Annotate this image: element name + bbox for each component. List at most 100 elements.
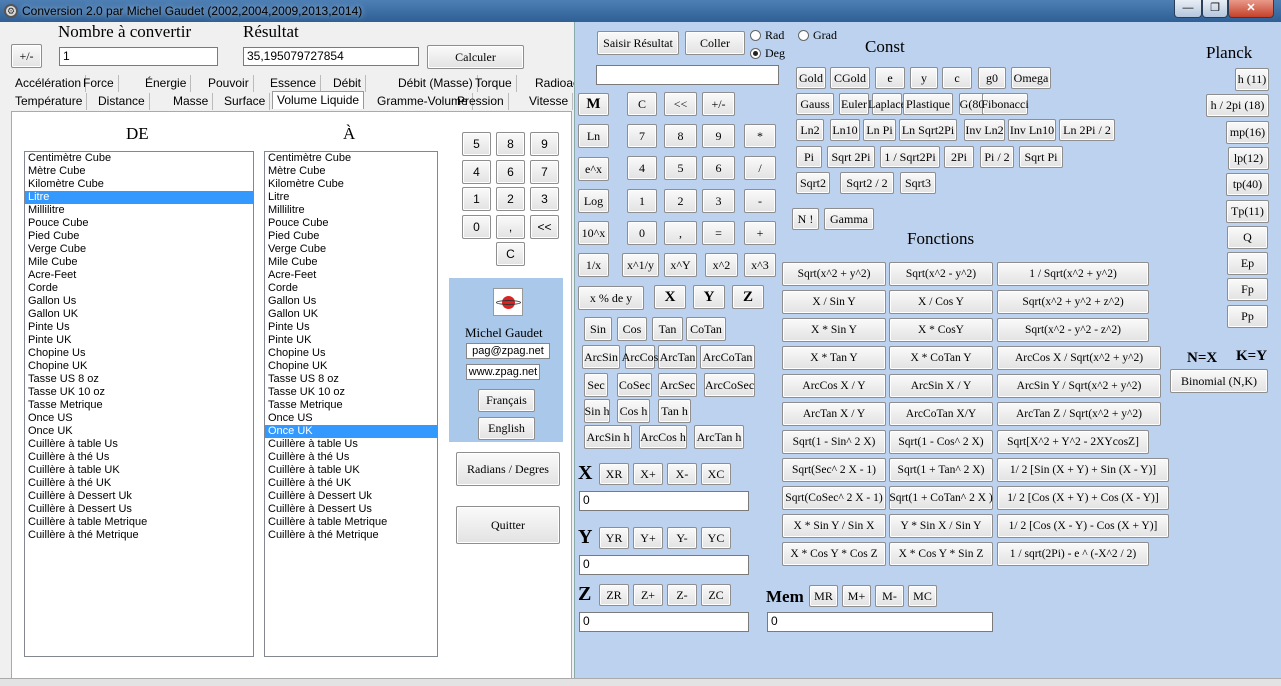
- calc-key-k8[interactable]: 8: [664, 124, 697, 148]
- function-x-cotan-y-button[interactable]: X * CoTan Y: [889, 346, 993, 370]
- function-sqrt-1-tan-2-x-button[interactable]: Sqrt(1 + Tan^ 2 X): [889, 458, 993, 482]
- keypad-key[interactable]: 1: [462, 187, 491, 211]
- list-item[interactable]: Once UK: [25, 425, 253, 438]
- const-y-button[interactable]: y: [910, 67, 938, 89]
- list-item[interactable]: Pied Cube: [25, 230, 253, 243]
- function-x-sin-y-button[interactable]: X / Sin Y: [782, 290, 886, 314]
- list-item[interactable]: Cuillère à thé Us: [265, 451, 437, 464]
- list-item[interactable]: Corde: [25, 282, 253, 295]
- var-xc-button[interactable]: XC: [701, 463, 731, 485]
- const-fibonacci-button[interactable]: Fibonacci: [981, 93, 1029, 115]
- planck-pp-button[interactable]: Pp: [1227, 304, 1268, 328]
- calc-key-pow[interactable]: x^Y: [664, 253, 697, 277]
- var-zr-button[interactable]: ZR: [599, 584, 629, 606]
- list-item[interactable]: Pinte Us: [265, 321, 437, 334]
- list-item[interactable]: Mètre Cube: [265, 165, 437, 178]
- list-item[interactable]: Tasse US 8 oz: [25, 373, 253, 386]
- const-g0-button[interactable]: g0: [978, 67, 1006, 89]
- tab-masse[interactable]: Masse: [169, 93, 214, 110]
- calc-key-log[interactable]: Log: [578, 189, 609, 213]
- list-item[interactable]: Kilomètre Cube: [25, 178, 253, 191]
- function-sqrt-1-cotan-2-x-button[interactable]: Sqrt(1 + CoTan^ 2 X ): [889, 486, 993, 510]
- sign-toggle-button[interactable]: +/-: [11, 44, 42, 68]
- const-plastique-button[interactable]: Plastique: [903, 93, 953, 115]
- function-x-tan-y-button[interactable]: X * Tan Y: [782, 346, 886, 370]
- list-item[interactable]: Kilomètre Cube: [265, 178, 437, 191]
- calc-key-X[interactable]: X: [654, 285, 686, 309]
- trig-arctan-h-button[interactable]: ArcTan h: [694, 425, 744, 449]
- list-item[interactable]: Millilitre: [25, 204, 253, 217]
- trig-cosec-button[interactable]: CoSec: [617, 373, 652, 397]
- planck-h-11-button[interactable]: h (11): [1235, 68, 1269, 91]
- planck-ep-button[interactable]: Ep: [1227, 252, 1268, 276]
- const-1-sqrt2pi-button[interactable]: 1 / Sqrt2Pi: [880, 146, 940, 168]
- list-item[interactable]: Corde: [265, 282, 437, 295]
- list-item[interactable]: Gallon Us: [25, 295, 253, 308]
- from-unit-list[interactable]: Centimètre Cube Mètre Cube Kilomètre Cube L…: [24, 151, 254, 657]
- mem-m-button[interactable]: M-: [875, 585, 904, 607]
- rad-radio[interactable]: [750, 30, 761, 41]
- list-item[interactable]: Gallon UK: [25, 308, 253, 321]
- keypad-key[interactable]: 3: [530, 187, 559, 211]
- var-y-field[interactable]: 0: [579, 555, 749, 575]
- author-website[interactable]: www.zpag.net: [466, 364, 540, 380]
- list-item[interactable]: Pouce Cube: [25, 217, 253, 230]
- capture-result-button[interactable]: Saisir Résultat: [597, 31, 679, 55]
- trig-arcsin-h-button[interactable]: ArcSin h: [584, 425, 632, 449]
- calc-key-back[interactable]: <<: [664, 92, 697, 116]
- binomial-button[interactable]: Binomial (N,K): [1170, 369, 1268, 393]
- calc-key-comma[interactable]: ,: [664, 221, 697, 245]
- keypad-key[interactable]: 6: [496, 160, 525, 184]
- tab-temp-rature[interactable]: Température: [11, 93, 88, 110]
- function-x-cos-y-sin-z-button[interactable]: X * Cos Y * Sin Z: [889, 542, 993, 566]
- maximize-button[interactable]: ❐: [1202, 0, 1228, 18]
- tab-force[interactable]: Force: [79, 75, 119, 92]
- tab-essence[interactable]: Essence: [266, 75, 322, 92]
- const-sqrt-2pi-button[interactable]: Sqrt 2Pi: [827, 146, 875, 168]
- french-button[interactable]: Français: [478, 389, 535, 412]
- planck-tp-40-button[interactable]: tp(40): [1226, 173, 1269, 197]
- trig-arccosec-button[interactable]: ArcCoSec: [704, 373, 755, 397]
- tab-torque[interactable]: Torque: [471, 75, 517, 92]
- function-x-sin-y-sin-x-button[interactable]: X * Sin Y / Sin X: [782, 514, 886, 538]
- function-sqrt-1-cos-2-x-button[interactable]: Sqrt(1 - Cos^ 2 X): [889, 430, 993, 454]
- function-arccos-x-y-button[interactable]: ArcCos X / Y: [782, 374, 886, 398]
- calc-key-inv[interactable]: 1/x: [578, 253, 609, 277]
- number-input[interactable]: 1: [59, 47, 218, 66]
- list-item[interactable]: Acre-Feet: [265, 269, 437, 282]
- function-arctan-x-y-button[interactable]: ArcTan X / Y: [782, 402, 886, 426]
- list-item[interactable]: Cuillère à table Metrique: [265, 516, 437, 529]
- keypad-key[interactable]: 5: [462, 132, 491, 156]
- const-n-button[interactable]: N !: [792, 208, 819, 230]
- const-euler-button[interactable]: Euler: [839, 93, 869, 115]
- const-pi-button[interactable]: Pi: [796, 146, 822, 168]
- const-2pi-button[interactable]: 2Pi: [944, 146, 974, 168]
- minimize-button[interactable]: —: [1174, 0, 1202, 18]
- const-e-button[interactable]: e: [875, 67, 905, 89]
- list-item[interactable]: Cuillère à table Us: [25, 438, 253, 451]
- calc-key-sub[interactable]: -: [744, 189, 776, 213]
- planck-lp-12-button[interactable]: lp(12): [1228, 146, 1269, 170]
- var-x-field[interactable]: 0: [579, 491, 749, 511]
- trig-arccos-button[interactable]: ArcCos: [622, 345, 658, 369]
- keypad-key[interactable]: 4: [462, 160, 491, 184]
- function-1-sqrt-2pi-e-x-2-2-button[interactable]: 1 / sqrt(2Pi) - e ^ (-X^2 / 2): [997, 542, 1149, 566]
- list-item[interactable]: Tasse Metrique: [265, 399, 437, 412]
- keypad-key[interactable]: 0: [462, 215, 491, 239]
- list-item[interactable]: Millilitre: [265, 204, 437, 217]
- list-item[interactable]: Tasse Metrique: [25, 399, 253, 412]
- list-item[interactable]: Chopine UK: [25, 360, 253, 373]
- calc-display[interactable]: [596, 65, 779, 85]
- const-gauss-button[interactable]: Gauss: [796, 93, 834, 115]
- list-item[interactable]: Pinte UK: [265, 334, 437, 347]
- list-item[interactable]: Once US: [265, 412, 437, 425]
- paste-button[interactable]: Coller: [685, 31, 745, 55]
- var-z-button[interactable]: Z+: [633, 584, 663, 606]
- keypad-key[interactable]: C: [496, 242, 525, 266]
- list-item[interactable]: Gallon UK: [265, 308, 437, 321]
- list-item[interactable]: Gallon Us: [265, 295, 437, 308]
- function-y-sin-x-sin-y-button[interactable]: Y * Sin X / Sin Y: [889, 514, 993, 538]
- calc-key-Z[interactable]: Z: [732, 285, 764, 309]
- tab-volume-liquide[interactable]: Volume Liquide: [272, 91, 365, 109]
- const-ln-sqrt2pi-button[interactable]: Ln Sqrt2Pi: [899, 119, 957, 141]
